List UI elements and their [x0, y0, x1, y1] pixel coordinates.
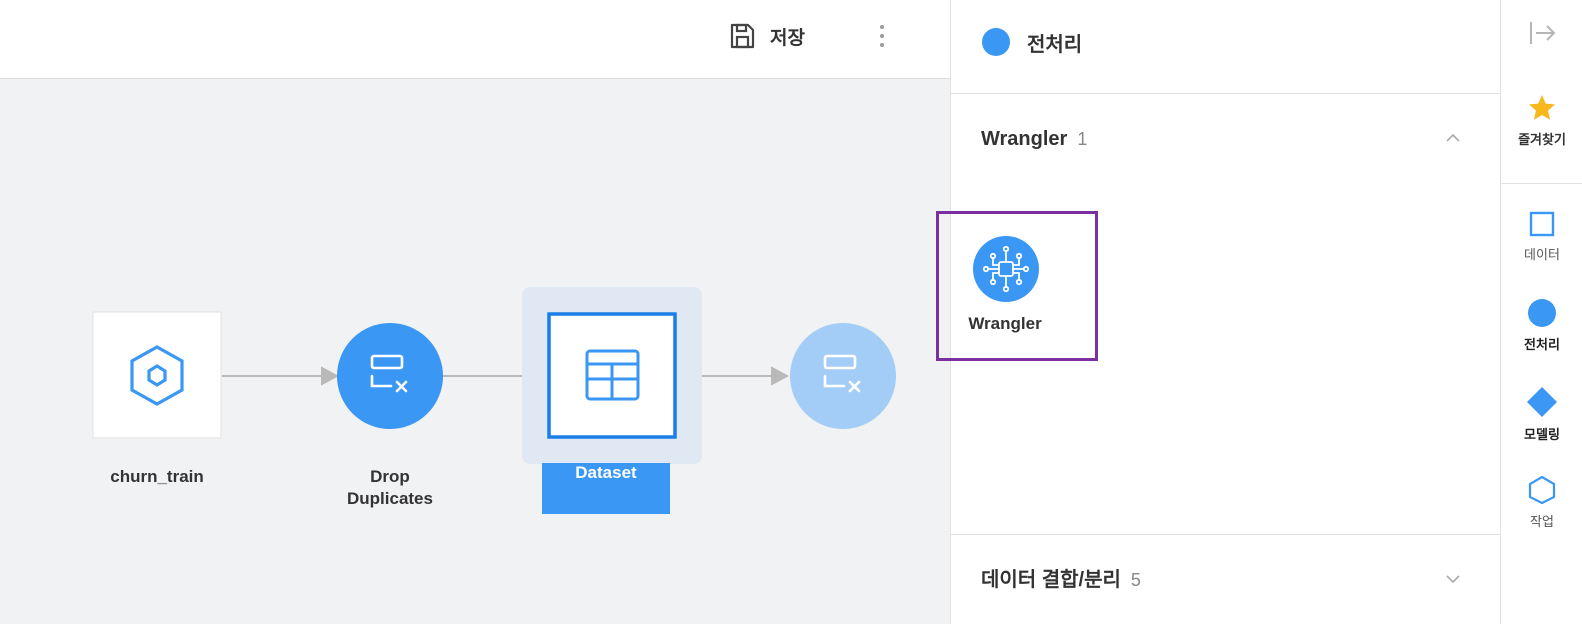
chevron-up-icon[interactable]: [1445, 130, 1461, 146]
save-icon: [730, 23, 755, 49]
square-icon: [1529, 211, 1555, 237]
sidebar-item-data[interactable]: 데이터: [1501, 210, 1582, 263]
save-button[interactable]: 저장: [728, 20, 805, 52]
sidebar-divider: [1501, 183, 1582, 184]
connectors: [222, 366, 790, 386]
workflow-canvas[interactable]: 저장 churn_train Drop Duplicates Dataset: [0, 0, 950, 624]
circle-icon: [982, 28, 1010, 56]
sidebar-item-label: 모델링: [1524, 428, 1560, 443]
node-drop-duplicates[interactable]: [337, 323, 443, 429]
sidebar-item-label: 즐겨찾기: [1518, 133, 1566, 148]
node-label-line: Duplicates: [347, 489, 433, 508]
section-count: 5: [1130, 570, 1141, 590]
section-wrangler-header[interactable]: Wrangler 1: [951, 94, 1501, 184]
sidebar-item-label: 데이터: [1524, 248, 1560, 263]
collapse-panel-button[interactable]: [1501, 18, 1582, 48]
app-root: 저장 churn_train Drop Duplicates Dataset 전…: [0, 0, 1582, 624]
collapse-right-icon: [1530, 22, 1556, 44]
sidebar-item-favorites[interactable]: 즐겨찾기: [1501, 93, 1582, 148]
node-label-churn-train: churn_train: [110, 467, 204, 486]
arrow-head: [771, 366, 790, 386]
circle-icon: [1528, 299, 1556, 327]
section-name: Wrangler: [981, 128, 1068, 150]
sidebar-item-label: 전처리: [1524, 338, 1560, 353]
tool-item-wrangler[interactable]: Wrangler: [936, 211, 1098, 361]
star-icon: [1529, 95, 1555, 120]
tool-item-label: Wrangler: [968, 314, 1042, 333]
node-churn-train[interactable]: [92, 311, 222, 439]
section-name: 데이터 결합/분리: [981, 569, 1121, 591]
sidebar-item-label: 작업: [1530, 515, 1554, 530]
save-label: 저장: [770, 26, 805, 49]
wrangler-icon-badge: [973, 236, 1039, 302]
hexagon-icon: [1528, 475, 1556, 505]
node-label-line: Drop: [370, 467, 410, 486]
canvas-toolbar: 저장: [0, 0, 950, 79]
node-pending-preprocess[interactable]: [790, 323, 896, 429]
sidebar-item-jobs[interactable]: 작업: [1501, 475, 1582, 530]
node-label-drop-duplicates: Drop Duplicates: [330, 466, 450, 510]
panel-header: 전처리: [951, 0, 1501, 94]
sidebar-item-modeling[interactable]: 모델링: [1501, 386, 1582, 443]
panel-title: 전처리: [1027, 32, 1083, 56]
section-count: 1: [1077, 129, 1088, 149]
more-options-icon[interactable]: [872, 20, 892, 52]
section-title: Wrangler 1: [981, 94, 1087, 184]
node-label-dataset: Dataset: [542, 463, 670, 514]
category-sidebar: 즐겨찾기 데이터 전처리 모델링 작업: [1500, 0, 1582, 624]
workflow-graph: [92, 287, 896, 464]
sidebar-item-preprocess[interactable]: 전처리: [1501, 298, 1582, 353]
arrow-head: [321, 366, 340, 386]
section-title: 데이터 결합/분리 5: [981, 535, 1141, 624]
chevron-down-icon[interactable]: [1445, 571, 1461, 587]
diamond-icon: [1527, 387, 1557, 417]
node-dataset[interactable]: [522, 287, 702, 464]
wrangler-icon: [982, 245, 1030, 293]
section-join-split-header[interactable]: 데이터 결합/분리 5: [951, 535, 1501, 624]
